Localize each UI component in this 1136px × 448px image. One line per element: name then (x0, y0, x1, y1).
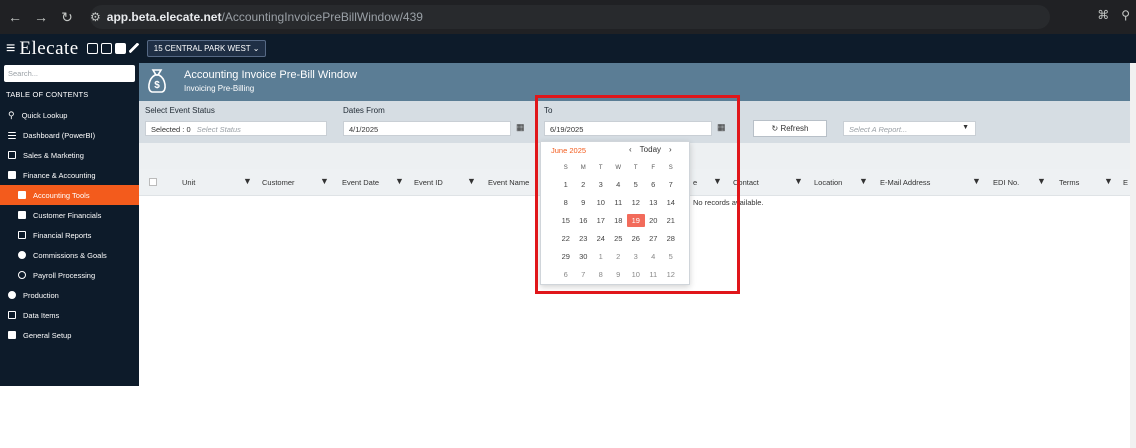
ledger-icon (18, 211, 26, 219)
reload-icon[interactable]: ↻ (56, 9, 78, 26)
document-icon (18, 191, 26, 199)
sidebar-item-label: Accounting Tools (33, 190, 90, 200)
list-icon (8, 311, 16, 319)
column-edi-no[interactable]: EDI No. (993, 178, 1019, 187)
sidebar-search-placeholder: Search... (8, 69, 39, 78)
column-partial-right[interactable]: E (1123, 178, 1128, 187)
filter-icon[interactable]: ▼ (859, 176, 868, 186)
hamburger-icon[interactable]: ≡ (6, 40, 15, 58)
forward-icon[interactable]: → (30, 9, 52, 25)
sidebar-item-production[interactable]: Production (0, 285, 139, 305)
column-unit[interactable]: Unit (182, 178, 195, 187)
refresh-icon: ↻ (771, 124, 779, 133)
dates-from-input[interactable]: 4/1/2025 (343, 121, 511, 136)
setup-icon (8, 331, 16, 339)
browser-toolbar: ← → ↻ ⚙ app.beta.elecate.net/AccountingI… (0, 0, 1136, 34)
report-placeholder: Select A Report... (849, 125, 908, 134)
search-icon: ⚲ (8, 109, 15, 120)
toc-title: TABLE OF CONTENTS (6, 90, 89, 99)
sidebar-item-finance-accounting[interactable]: Finance & Accounting (0, 165, 139, 185)
save-icon[interactable] (114, 43, 126, 54)
event-status-count: Selected : 0 (151, 125, 191, 134)
sidebar-item-financial-reports[interactable]: Financial Reports (0, 225, 139, 245)
logo: Elecate (19, 37, 79, 59)
event-status-label: Select Event Status (145, 106, 215, 115)
column-event-name[interactable]: Event Name (488, 178, 529, 187)
printer-icon (18, 231, 26, 239)
filter-icon[interactable]: ▼ (395, 176, 404, 186)
column-event-date[interactable]: Event Date (342, 178, 379, 187)
sidebar-item-label: Payroll Processing (33, 270, 96, 280)
sidebar-item-label: Financial Reports (33, 230, 92, 240)
sidebar-item-label: Dashboard (PowerBI) (23, 130, 96, 140)
translate-icon[interactable]: ⌘ (1097, 8, 1109, 22)
chart-icon (8, 151, 16, 159)
column-location[interactable]: Location (814, 178, 842, 187)
menu-icon (8, 131, 16, 139)
sidebar-item-customer-financials[interactable]: Customer Financials (0, 205, 139, 225)
url-host: app.beta.elecate.net (106, 10, 222, 24)
edit-icon[interactable] (128, 43, 139, 53)
payroll-icon (18, 271, 26, 279)
sidebar-item-label: Customer Financials (33, 210, 102, 220)
production-icon (8, 291, 16, 299)
filter-icon[interactable]: ▼ (794, 176, 803, 186)
column-event-id[interactable]: Event ID (414, 178, 443, 187)
filter-icon[interactable]: ▼ (1037, 176, 1046, 186)
sidebar-item-sales-marketing[interactable]: Sales & Marketing (0, 145, 139, 165)
filter-icon[interactable]: ▼ (972, 176, 981, 186)
money-bag-icon: $ (148, 69, 166, 93)
location-dropdown[interactable]: 15 CENTRAL PARK WEST ⌄ (146, 40, 267, 57)
column-customer[interactable]: Customer (262, 178, 295, 187)
calendar-icon[interactable] (86, 43, 98, 54)
address-bar[interactable]: ⚙ app.beta.elecate.net/AccountingInvoice… (90, 5, 1050, 29)
filter-icon[interactable]: ▼ (243, 176, 252, 186)
sidebar-item-general-setup[interactable]: General Setup (0, 325, 139, 345)
sidebar-item-label: Production (23, 290, 59, 300)
select-all-checkbox[interactable] (149, 178, 157, 186)
sidebar-item-label: Commissions & Goals (33, 250, 107, 260)
highlight-annotation (535, 95, 740, 294)
money-icon (18, 251, 26, 259)
sidebar-item-accounting-tools[interactable]: Accounting Tools (0, 185, 139, 205)
event-status-placeholder: Select Status (196, 125, 241, 134)
chat-icon[interactable] (100, 43, 112, 54)
caret-down-icon: ▼ (962, 124, 969, 131)
site-settings-icon[interactable]: ⚙ (90, 10, 101, 24)
dates-from-value: 4/1/2025 (349, 125, 379, 134)
sidebar-item-payroll-processing[interactable]: Payroll Processing (0, 265, 139, 285)
sidebar-search-input[interactable]: Search... (4, 65, 135, 82)
bank-icon (8, 171, 16, 179)
zoom-icon[interactable]: ⚲ (1121, 8, 1130, 22)
location-label: 15 CENTRAL PARK WEST (153, 44, 251, 53)
sidebar-item-commissions-goals[interactable]: Commissions & Goals (0, 245, 139, 265)
sidebar-item-data-items[interactable]: Data Items (0, 305, 139, 325)
sidebar-item-dashboard[interactable]: Dashboard (PowerBI) (0, 125, 139, 145)
sidebar-item-label: Finance & Accounting (23, 170, 96, 180)
app-header: ≡ Elecate 15 CENTRAL PARK WEST ⌄ (0, 34, 1136, 63)
filter-icon[interactable]: ▼ (320, 176, 329, 186)
url-path: /AccountingInvoicePreBillWindow/439 (221, 10, 423, 24)
refresh-button[interactable]: ↻ Refresh (753, 120, 827, 137)
refresh-label: Refresh (780, 124, 809, 133)
page-subtitle: Invoicing Pre-Billing (184, 84, 255, 93)
svg-text:$: $ (154, 80, 160, 91)
scrollbar[interactable] (1130, 63, 1136, 448)
sidebar-item-label: General Setup (23, 330, 72, 340)
dates-from-label: Dates From (343, 106, 385, 115)
sidebar-item-label: Quick Lookup (21, 110, 68, 120)
sidebar-item-label: Data Items (23, 310, 60, 320)
filter-icon[interactable]: ▼ (1104, 176, 1113, 186)
page-title: Accounting Invoice Pre-Bill Window (184, 69, 358, 81)
column-terms[interactable]: Terms (1059, 178, 1079, 187)
column-email[interactable]: E-Mail Address (880, 178, 930, 187)
back-icon[interactable]: ← (4, 9, 26, 25)
filter-icon[interactable]: ▼ (467, 176, 476, 186)
sidebar: Search... TABLE OF CONTENTS ⚲ Quick Looku… (0, 63, 139, 386)
calendar-icon[interactable]: ▦ (516, 122, 525, 133)
sidebar-item-label: Sales & Marketing (23, 150, 84, 160)
event-status-select[interactable]: Selected : 0 Select Status (145, 121, 327, 136)
sidebar-item-quick-lookup[interactable]: ⚲ Quick Lookup (0, 105, 139, 125)
report-select[interactable]: Select A Report... ▼ (843, 121, 976, 136)
